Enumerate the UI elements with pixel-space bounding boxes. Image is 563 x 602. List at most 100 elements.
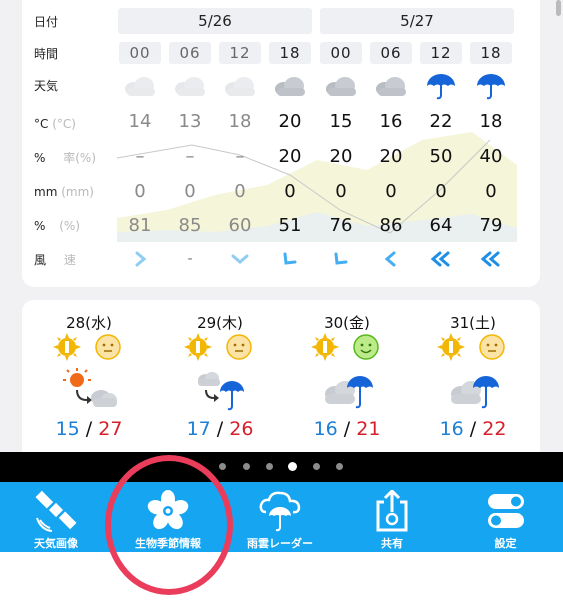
satellite-icon <box>35 490 77 532</box>
cloud-rain-icon <box>451 376 499 409</box>
wind-chevron-left-icon <box>384 251 396 267</box>
settings-toggle-icon <box>487 494 524 528</box>
humidity-value: 81 <box>128 215 152 236</box>
daily-forecast-day[interactable]: 30(金) 16 / 21 <box>284 300 410 470</box>
daily-forecast-day[interactable]: 31(土) 16 / 22 <box>410 300 536 470</box>
temperature-separator: / <box>469 418 477 440</box>
wind-double-left-icon <box>480 251 500 267</box>
uv-index-icon <box>311 333 339 361</box>
cloud-icon <box>175 77 205 96</box>
tab-rain-radar[interactable]: 雨雲レーダー <box>224 482 336 552</box>
tab-phenology-info[interactable]: 生物季節情報 <box>112 482 224 552</box>
precip-amount-value: 0 <box>335 181 347 202</box>
temperature-value: 18 <box>228 111 252 132</box>
neutral-face-icon <box>226 334 252 360</box>
page-dot[interactable] <box>336 463 343 470</box>
precip-probability-value: 40 <box>479 146 503 167</box>
humidity-value: 60 <box>228 215 252 236</box>
row-label-precip-probability-unit: % <box>34 151 46 165</box>
bottom-tab-bar: 天気画像 生物季節情報 雨雲レーダー 共有 設定 <box>0 482 563 552</box>
low-temperature: 16 <box>313 418 338 440</box>
umbrella-icon <box>427 74 455 100</box>
daily-forecast-day[interactable]: 28(水) 15 / 27 <box>26 300 152 470</box>
precip-probability-value: 20 <box>379 146 403 167</box>
precip-probability-value: – <box>135 146 145 167</box>
hourly-forecast-card: 日付 時間 天気 °C (°C) % 率(%) mm (mm) % (%) 風 … <box>22 0 540 287</box>
share-icon <box>376 490 408 532</box>
flower-icon <box>147 490 189 530</box>
happy-face-icon <box>353 334 379 360</box>
page-dot-active[interactable] <box>288 462 297 471</box>
low-temperature: 16 <box>439 418 464 440</box>
row-label-temperature-unit: °C <box>34 117 49 131</box>
humidity-value: 79 <box>479 215 503 236</box>
temperature-value: 13 <box>178 111 202 132</box>
precip-probability-value: 50 <box>429 146 453 167</box>
day-label: 29(木) <box>197 314 243 332</box>
scrollbar-thumb[interactable] <box>556 0 561 16</box>
wind-chevron-down-left-icon <box>334 252 348 265</box>
row-label-wind: 風 速 <box>34 250 76 270</box>
hour-cell: 00 <box>119 42 161 64</box>
humidity-value: 51 <box>278 215 302 236</box>
neutral-face-icon <box>479 334 505 360</box>
uv-index-icon <box>53 333 81 361</box>
app-screen: 日付 時間 天気 °C (°C) % 率(%) mm (mm) % (%) 風 … <box>0 0 563 602</box>
temperature-separator: / <box>85 418 93 440</box>
temperature-value: 22 <box>429 111 453 132</box>
row-label-humidity-ghost: (%) <box>59 219 80 233</box>
tab-settings[interactable]: 設定 <box>448 482 563 552</box>
page-dot[interactable] <box>266 463 273 470</box>
cloud-to-rain-icon <box>198 372 244 411</box>
cloud-rain-icon <box>325 376 373 409</box>
precip-amount-value: 0 <box>234 181 246 202</box>
precip-amount-value: 0 <box>284 181 296 202</box>
humidity-value: 85 <box>178 215 202 236</box>
tab-weather-images[interactable]: 天気画像 <box>0 482 112 552</box>
temperature-separator: / <box>216 418 224 440</box>
row-label-temperature-ghost: (°C) <box>52 117 76 131</box>
cloud-icon <box>225 77 255 96</box>
precip-probability-value: – <box>235 146 245 167</box>
high-temperature: 26 <box>229 418 254 440</box>
hour-cell: 06 <box>169 42 211 64</box>
page-dot[interactable] <box>243 463 250 470</box>
row-label-temperature: °C (°C) <box>34 114 76 134</box>
tab-label: 生物季節情報 <box>135 537 201 550</box>
page-dot[interactable] <box>313 463 320 470</box>
high-temperature: 21 <box>356 418 381 440</box>
rain-cloud-umbrella-icon <box>259 491 301 532</box>
precip-probability-value: 20 <box>329 146 353 167</box>
neutral-face-icon <box>95 334 121 360</box>
date-header: 5/26 <box>118 8 312 34</box>
precip-amount-value: 0 <box>134 181 146 202</box>
tab-label: 雨雲レーダー <box>247 537 313 550</box>
row-label-time: 時間 <box>34 47 59 61</box>
precip-amount-value: 0 <box>435 181 447 202</box>
tab-share[interactable]: 共有 <box>336 482 448 552</box>
temperature-value: 18 <box>479 111 503 132</box>
tab-label: 天気画像 <box>34 537 78 550</box>
wind-chevron-down-icon <box>231 254 249 264</box>
high-temperature: 27 <box>98 418 123 440</box>
low-temperature: 17 <box>186 418 211 440</box>
cloud-icon <box>326 77 356 96</box>
row-label-precip-amount-ghost: (mm) <box>61 185 94 199</box>
temperature-value: 15 <box>329 111 353 132</box>
day-label: 30(金) <box>324 314 370 332</box>
row-label-weather: 天気 <box>34 79 59 93</box>
tab-label: 設定 <box>494 537 517 550</box>
umbrella-icon <box>477 74 505 100</box>
row-label-wind-title: 風 <box>34 253 47 267</box>
temperature-range: 17 / 26 <box>157 418 283 440</box>
temperature-value: 14 <box>128 111 152 132</box>
date-header: 5/27 <box>320 8 514 34</box>
row-label-precip-amount-unit: mm <box>34 185 58 199</box>
precip-probability-value: 20 <box>278 146 302 167</box>
tab-label: 共有 <box>381 537 403 550</box>
page-dot[interactable] <box>219 463 226 470</box>
daily-forecast-day[interactable]: 29(木) 17 / 26 <box>157 300 283 470</box>
precip-amount-value: 0 <box>385 181 397 202</box>
wind-double-left-icon <box>430 251 450 267</box>
row-label-precip-amount: mm (mm) <box>34 182 94 202</box>
